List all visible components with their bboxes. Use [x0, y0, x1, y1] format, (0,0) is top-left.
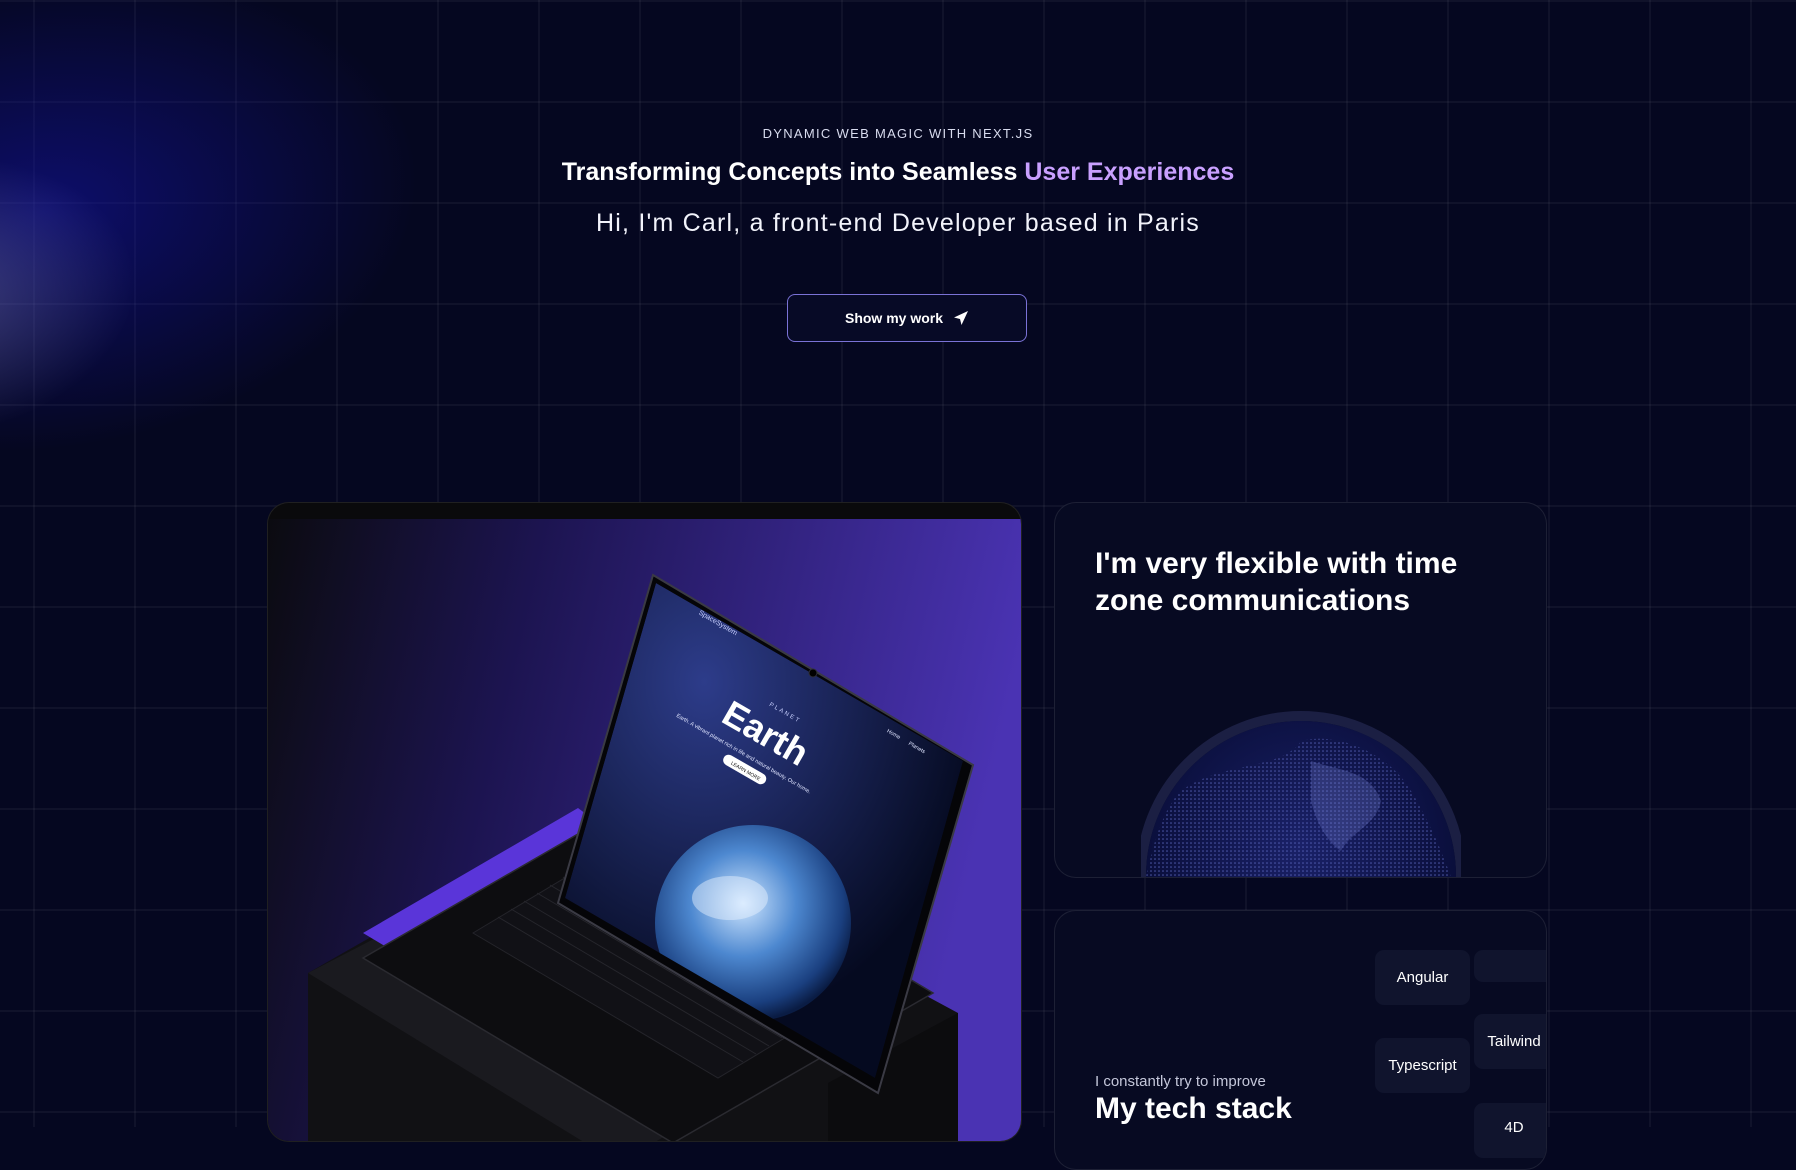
laptop-project-card[interactable]: SpaceSystem PLANET Earth Earth. A vibran…: [267, 502, 1022, 1142]
chip-typescript: Typescript: [1375, 1038, 1470, 1093]
tech-stack-title: My tech stack: [1095, 1092, 1292, 1125]
chip-4d: 4D: [1474, 1103, 1546, 1158]
chip-tailwind: Tailwind: [1474, 1014, 1546, 1069]
timezone-title: I'm very flexible with time zone communi…: [1095, 547, 1458, 617]
hero-eyebrow: DYNAMIC WEB MAGIC WITH NEXT.JS: [762, 126, 1034, 141]
hero-subline: Hi, I'm Carl, a front-end Developer base…: [596, 209, 1200, 237]
timezone-card: I'm very flexible with time zone communi…: [1054, 502, 1547, 878]
send-icon: [954, 311, 969, 325]
hero-headline: Transforming Concepts into Seamless User…: [0, 158, 1796, 187]
globe-icon: [1141, 711, 1461, 877]
headline-accent: User Experiences: [1024, 158, 1235, 186]
tech-stack-subtitle: I constantly try to improve: [1095, 1073, 1266, 1090]
cta-label: Show my work: [844, 310, 944, 326]
show-my-work-button[interactable]: Show my work: [787, 294, 1027, 342]
laptop-mockup-image: SpaceSystem PLANET Earth Earth. A vibran…: [268, 519, 1021, 1141]
chip-blank: [1474, 950, 1546, 982]
chip-angular: Angular: [1375, 950, 1470, 1005]
tech-stack-card: I constantly try to improve My tech stac…: [1054, 910, 1547, 1170]
headline-main: Transforming Concepts into Seamless: [561, 158, 1018, 186]
